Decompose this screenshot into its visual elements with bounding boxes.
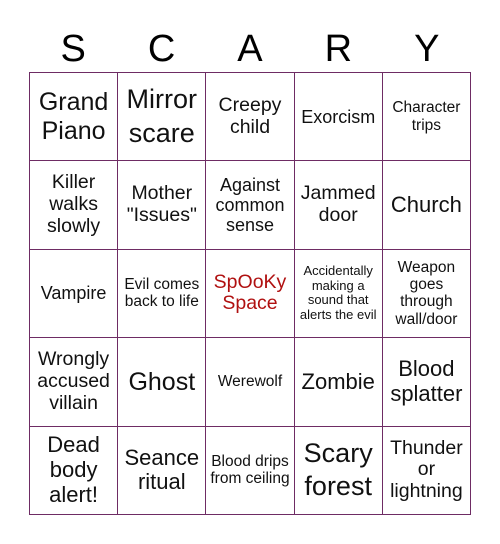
cell-text: Mirror scare (126, 83, 198, 148)
cell-text: Thunder or lightning (390, 436, 463, 503)
cell-text: Scary forest (303, 437, 373, 502)
bingo-cell[interactable]: Accidentally making a sound that alerts … (293, 248, 382, 338)
cell-text: Creepy child (218, 93, 282, 138)
cell-text: Evil comes back to life (124, 276, 200, 311)
bingo-cell[interactable]: Mirror scare (117, 72, 206, 161)
cell-text: Grand Piano (38, 87, 109, 145)
bingo-cell[interactable]: Evil comes back to life (117, 248, 206, 338)
bingo-cell[interactable]: Mother "Issues" (117, 160, 206, 249)
bingo-cell[interactable]: Blood splatter (381, 337, 470, 426)
bingo-cell[interactable]: Church (381, 160, 470, 249)
bingo-cell[interactable]: Blood drips from ceiling (205, 425, 294, 514)
cell-text: Character trips (392, 99, 461, 134)
cell-text: Ghost (128, 367, 196, 396)
header-letter-r: R (324, 28, 353, 70)
cell-text: Killer walks slowly (47, 171, 101, 237)
bingo-cell[interactable]: Creepy child (205, 72, 294, 161)
header-letter-a: A (237, 28, 263, 70)
cell-text: Weapon goes through wall/door (395, 258, 458, 328)
bingo-cell[interactable]: Seance ritual (117, 425, 206, 514)
bingo-cell[interactable]: Wrongly accused villain (29, 337, 118, 426)
bingo-cell[interactable]: Against common sense (205, 160, 294, 249)
cell-text: Exorcism (301, 106, 376, 127)
cell-text: Zombie (301, 368, 375, 394)
bingo-header: S C A R Y (29, 26, 471, 72)
free-space-cell[interactable]: SpOoKy Space (205, 248, 294, 338)
bingo-cell[interactable]: Werewolf (205, 337, 294, 426)
header-letter-s: S (60, 28, 86, 70)
bingo-cell[interactable]: Character trips (381, 72, 470, 161)
cell-text: Blood splatter (390, 356, 463, 406)
header-letter-y: Y (414, 28, 440, 70)
cell-text: Accidentally making a sound that alerts … (299, 263, 377, 323)
cell-text: Blood drips from ceiling (210, 452, 290, 488)
bingo-cell[interactable]: Ghost (117, 337, 206, 426)
bingo-cell[interactable]: Dead body alert! (29, 425, 118, 514)
cell-text: Vampire (40, 283, 107, 304)
bingo-grid: Grand Piano Mirror scare Creepy child Ex… (29, 72, 471, 515)
cell-text: Jammed door (300, 182, 376, 227)
bingo-cell[interactable]: Grand Piano (29, 72, 118, 161)
cell-text: Seance ritual (124, 444, 200, 495)
bingo-cell[interactable]: Thunder or lightning (381, 425, 470, 514)
cell-text: Church (390, 191, 462, 217)
cell-text: Wrongly accused villain (37, 348, 110, 414)
bingo-cell[interactable]: Scary forest (293, 425, 382, 514)
bingo-cell[interactable]: Killer walks slowly (29, 160, 118, 249)
bingo-cell[interactable]: Weapon goes through wall/door (381, 248, 470, 338)
bingo-cell[interactable]: Vampire (29, 248, 118, 338)
bingo-cell[interactable]: Exorcism (293, 72, 382, 161)
free-space-text: SpOoKy Space (213, 270, 287, 315)
cell-text: Mother "Issues" (126, 182, 197, 227)
cell-text: Werewolf (217, 373, 283, 391)
cell-text: Against common sense (215, 174, 285, 236)
cell-text: Dead body alert! (47, 432, 100, 507)
bingo-cell[interactable]: Jammed door (293, 160, 382, 249)
bingo-cell[interactable]: Zombie (293, 337, 382, 426)
header-letter-c: C (147, 28, 176, 70)
